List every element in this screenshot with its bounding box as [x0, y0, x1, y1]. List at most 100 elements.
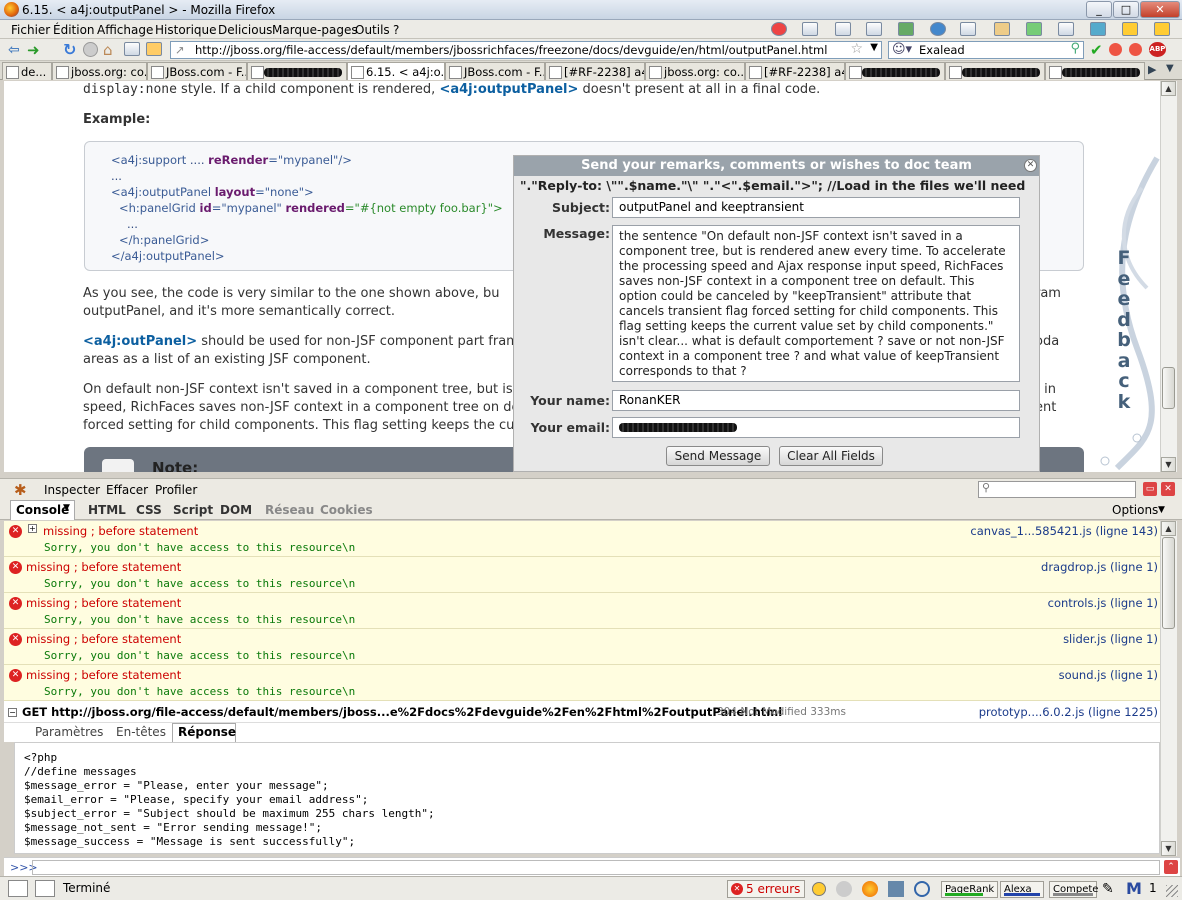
feedback-tab[interactable]: Feedback [1087, 148, 1161, 472]
tab-cookies[interactable]: Cookies [320, 503, 373, 517]
console-error-row[interactable]: ✕ missing ; before statement slider.js (… [4, 629, 1160, 665]
stop-sign-icon[interactable] [771, 22, 787, 36]
export-icon[interactable] [1090, 22, 1106, 36]
tab-5[interactable]: JBoss.com - F... [445, 62, 545, 80]
url-bar[interactable]: ↗ http://jboss.org/file-access/default/m… [170, 41, 882, 59]
error-source-link[interactable]: sound.js (ligne 1) [1059, 668, 1158, 682]
tab-list-icon[interactable]: ▼ [1166, 63, 1174, 74]
warning-icon[interactable] [812, 882, 826, 896]
search-bar[interactable]: ☺▾ Exalead ⚲ [888, 41, 1084, 59]
command-input[interactable] [32, 860, 1160, 875]
edit-icon[interactable]: ✎ [1102, 881, 1114, 897]
expand-command-icon[interactable]: ⌃ [1164, 860, 1178, 874]
command-line[interactable]: >>> ⌃ [4, 857, 1180, 876]
tab-css[interactable]: CSS [136, 503, 162, 517]
menu-affichage[interactable]: Affichage [97, 23, 153, 37]
tab-script[interactable]: Script [173, 503, 213, 517]
star-icon[interactable]: ☆ [850, 42, 863, 57]
back-arrow-icon[interactable]: ⇦ [8, 42, 20, 58]
dialog-close-icon[interactable]: ✕ [1024, 159, 1037, 172]
firebug-close-icon[interactable]: ✕ [1161, 482, 1175, 496]
firebug-search-input[interactable]: ⚲ [978, 481, 1136, 498]
reload-icon[interactable]: ↻ [63, 40, 76, 59]
collapse-icon[interactable]: − [8, 708, 17, 717]
name-input[interactable]: RonanKER [612, 390, 1020, 411]
wrench-icon[interactable] [1058, 22, 1074, 36]
check-icon[interactable]: ✔ [1090, 41, 1103, 59]
maximize-button[interactable]: □ [1113, 1, 1139, 18]
error-source-link[interactable]: slider.js (ligne 1) [1063, 632, 1158, 646]
forward-arrow-icon[interactable]: ➜ [27, 41, 40, 59]
user-icon[interactable] [802, 22, 818, 36]
scroll-up-icon[interactable]: ▲ [1161, 81, 1176, 96]
tab-3[interactable]: JBoss.com - F... [147, 62, 247, 80]
search-engine-icon[interactable]: ☺▾ [892, 42, 912, 57]
scroll-up-icon[interactable]: ▲ [1161, 521, 1176, 536]
menu-outils[interactable]: Outils [355, 23, 390, 37]
tab-6[interactable]: [#RF-2238] a4... [545, 62, 645, 80]
page-scrollbar[interactable]: ▲ ▼ [1160, 81, 1177, 472]
addon-icon[interactable] [836, 881, 852, 897]
stop-icon[interactable] [83, 42, 98, 57]
console-error-row[interactable]: ✕ missing ; before statement sound.js (l… [4, 665, 1160, 701]
compete-widget[interactable]: Compete [1049, 881, 1098, 898]
email-input[interactable] [612, 417, 1020, 438]
window-icon[interactable] [124, 42, 140, 56]
scroll-down-icon[interactable]: ▼ [1161, 841, 1176, 856]
error-source-link[interactable]: dragdrop.js (ligne 1) [1041, 560, 1158, 574]
subtab-en-tetes[interactable]: En-têtes [116, 725, 166, 739]
firebug-status-icon[interactable] [862, 881, 878, 897]
error-source-link[interactable]: controls.js (ligne 1) [1048, 596, 1158, 610]
pagerank-widget[interactable]: PageRank [941, 881, 999, 898]
menu-edition[interactable]: Édition [53, 23, 95, 37]
subtab-parametres[interactable]: Paramètres [35, 725, 103, 739]
console-error-row[interactable]: ✕ + missing ; before statement canvas_1.… [4, 521, 1160, 557]
feedback-label[interactable]: Feedback [1115, 248, 1133, 412]
clear-button[interactable]: Effacer [106, 483, 148, 497]
message-textarea[interactable]: the sentence "On default non-JSF context… [612, 225, 1020, 382]
bookmark-folder-icon[interactable] [146, 42, 162, 56]
net-source-link[interactable]: prototyp....6.0.2.js (ligne 1225) [979, 705, 1158, 719]
console-dropdown-icon[interactable]: ▼ [63, 503, 70, 513]
pencil-icon[interactable] [994, 22, 1010, 36]
cloud-icon[interactable] [888, 881, 904, 897]
search-input[interactable]: Exalead [919, 43, 965, 57]
tab-1[interactable]: de... [2, 62, 52, 80]
error-count-button[interactable]: ✕ 5 erreurs [727, 880, 806, 898]
expand-icon[interactable]: + [28, 524, 37, 533]
firebug-detach-icon[interactable]: ▭ [1143, 482, 1157, 496]
tab-8[interactable]: [#RF-2238] a4... [745, 62, 845, 80]
tab-dom[interactable]: DOM [220, 503, 252, 517]
net-request-row[interactable]: − GET http://jboss.org/file-access/defau… [4, 703, 1160, 723]
scroll-thumb[interactable] [1162, 537, 1175, 629]
alert2-icon[interactable] [1129, 43, 1142, 56]
key-icon[interactable] [1122, 22, 1138, 36]
menu-delicious[interactable]: Delicious [218, 23, 272, 37]
firebug-icon[interactable]: ✱ [14, 481, 27, 499]
inspect-button[interactable]: Inspecter [44, 483, 100, 497]
keyword-link[interactable]: <a4j:outPanel> [83, 334, 197, 349]
alexa-widget[interactable]: Alexa [1000, 881, 1044, 898]
info-icon[interactable] [930, 22, 946, 36]
cursor-icon[interactable] [8, 880, 28, 897]
layout-icon[interactable] [35, 880, 55, 897]
tab-active[interactable]: 6.15. < a4j:o... [347, 62, 445, 80]
adblock-icon[interactable]: ABP [1149, 42, 1166, 57]
list-icon[interactable] [866, 22, 882, 36]
console-error-row[interactable]: ✕ missing ; before statement controls.js… [4, 593, 1160, 629]
clear-all-fields-button[interactable]: Clear All Fields [779, 446, 883, 466]
url-dropdown-icon[interactable]: ▼ [870, 42, 878, 53]
tab-scroll-right-icon[interactable]: ▶ [1148, 63, 1156, 76]
subtab-reponse[interactable]: Réponse [178, 725, 236, 739]
at-icon[interactable] [914, 881, 930, 897]
resize-icon[interactable] [1026, 22, 1042, 36]
scroll-thumb[interactable] [1162, 367, 1175, 409]
tab-reseau[interactable]: Réseau [265, 503, 314, 517]
profile-button[interactable]: Profiler [155, 483, 197, 497]
tab-html[interactable]: HTML [88, 503, 126, 517]
options-dropdown-icon[interactable]: ▼ [1158, 505, 1165, 515]
tab-7[interactable]: jboss.org: co... [645, 62, 745, 80]
console-scrollbar[interactable]: ▲ ▼ [1160, 521, 1177, 856]
cube-icon[interactable] [960, 22, 976, 36]
scroll-down-icon[interactable]: ▼ [1161, 457, 1176, 472]
